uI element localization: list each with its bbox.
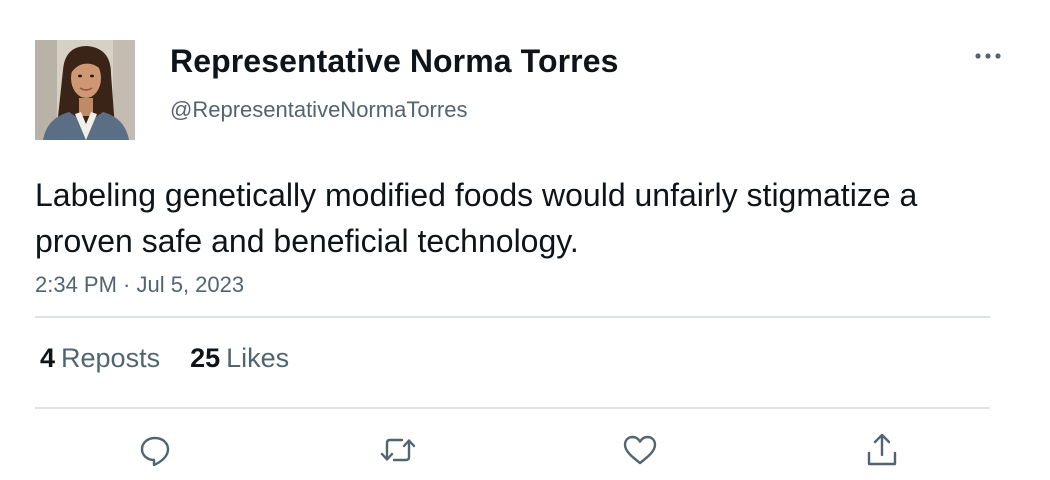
avatar[interactable] <box>35 40 135 140</box>
engagement-stats: 4 Reposts 25 Likes <box>40 343 289 374</box>
profile-photo <box>35 40 135 140</box>
display-name[interactable]: Representative Norma Torres <box>170 43 619 80</box>
user-handle[interactable]: @RepresentativeNormaTorres <box>170 97 467 123</box>
likes-label: Likes <box>226 343 290 373</box>
more-options-button[interactable] <box>972 46 1004 66</box>
repost-button[interactable] <box>378 430 418 470</box>
repost-icon <box>380 438 416 462</box>
reply-icon <box>140 436 170 467</box>
reposts-count: 4 <box>40 343 56 373</box>
likes-stat[interactable]: 25 Likes <box>190 343 289 374</box>
share-button[interactable] <box>862 430 902 470</box>
share-icon <box>867 433 897 466</box>
divider <box>35 316 990 318</box>
likes-count: 25 <box>190 343 221 373</box>
reply-button[interactable] <box>135 430 175 470</box>
reposts-label: Reposts <box>61 343 161 373</box>
tweet-text: Labeling genetically modified foods woul… <box>35 177 918 259</box>
like-icon <box>623 435 657 465</box>
divider <box>35 407 990 409</box>
reposts-stat[interactable]: 4 Reposts <box>40 343 160 374</box>
more-icon <box>975 53 1001 59</box>
tweet-timestamp[interactable]: 2:34 PM · Jul 5, 2023 <box>35 272 244 298</box>
like-button[interactable] <box>620 430 660 470</box>
